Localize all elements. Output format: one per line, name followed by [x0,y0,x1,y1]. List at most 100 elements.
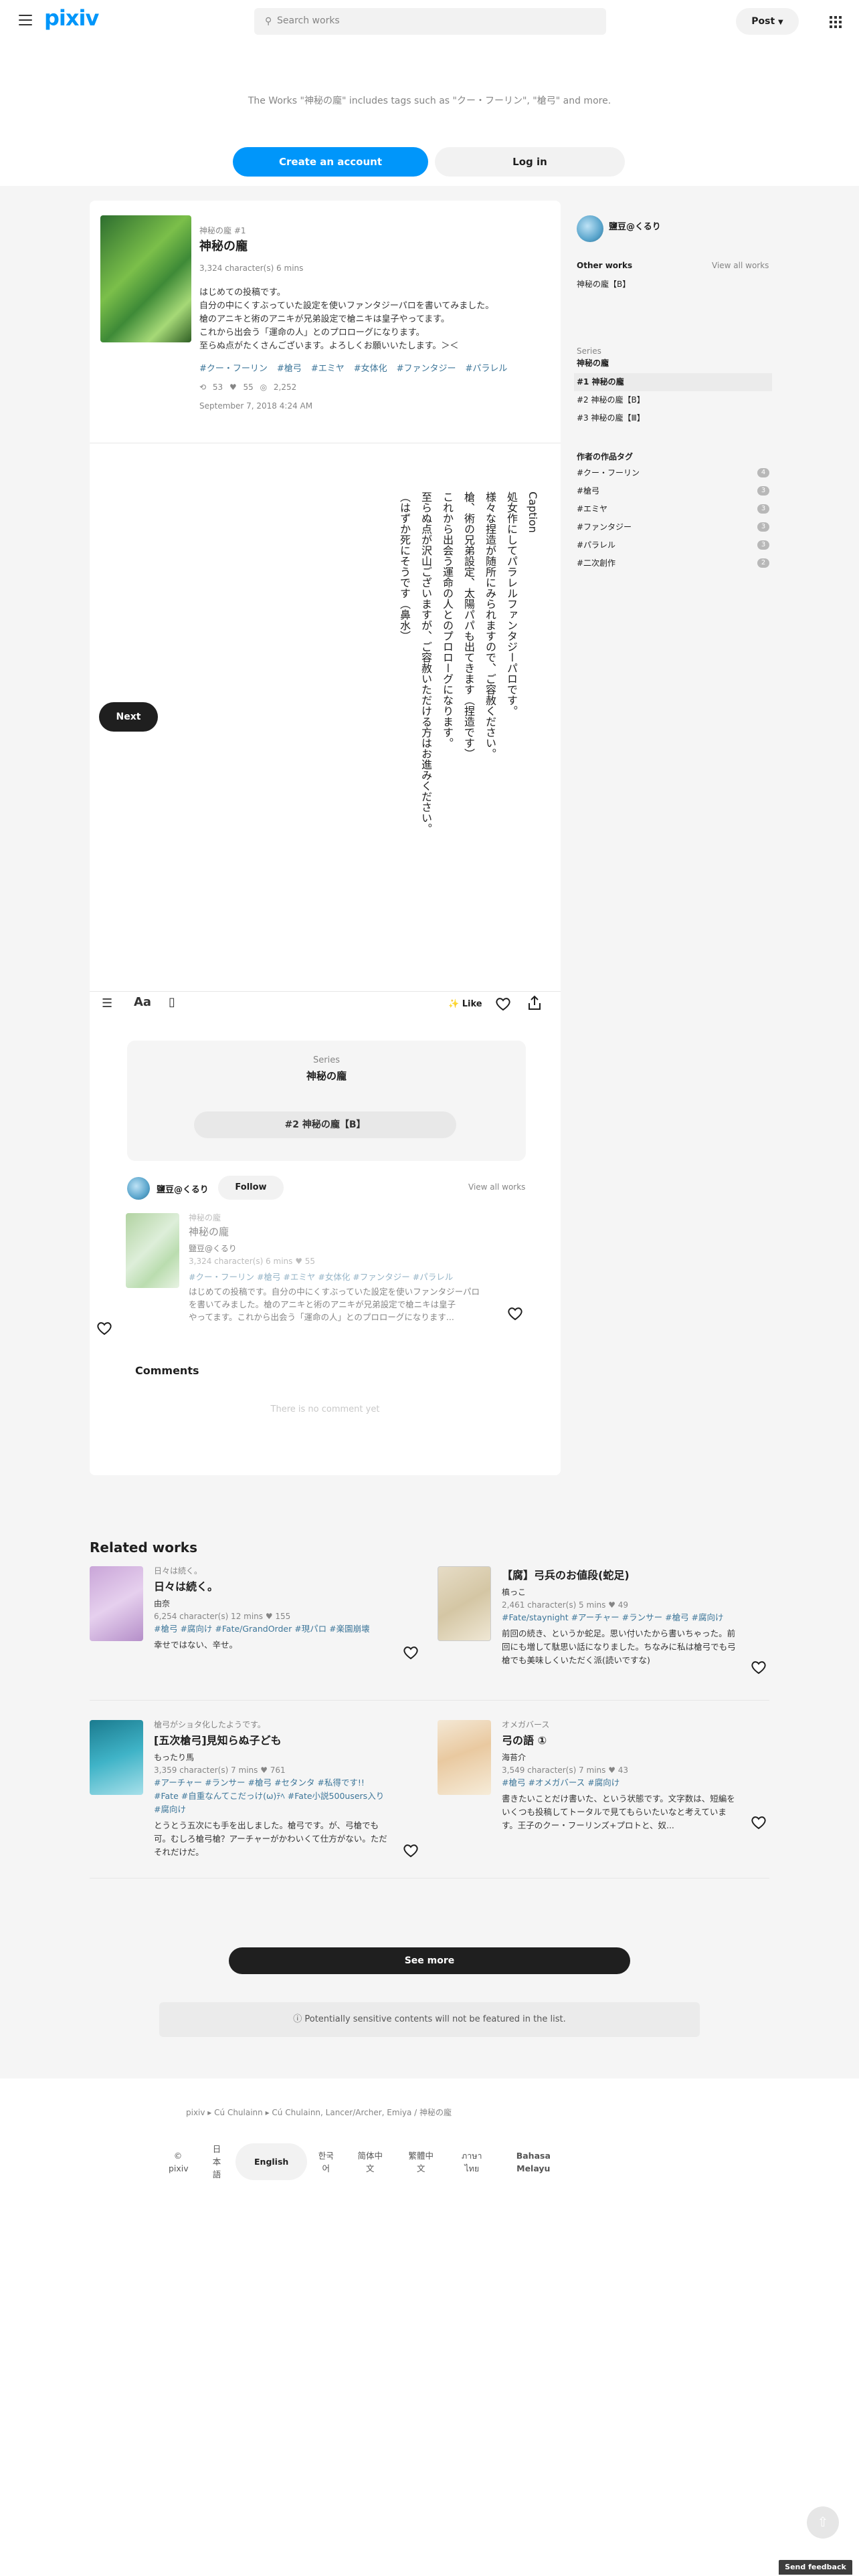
author-tag-item[interactable]: #エミヤ 3 [574,500,769,518]
series-label[interactable]: 神秘の龐 #1 [199,225,246,236]
related-tags: #Fate/staynight #アーチャー #ランサー #槍弓 #腐向け [502,1612,724,1622]
menu-icon[interactable] [19,15,32,25]
author-tags-title: 作者の作品タグ [577,452,634,461]
tag-count-badge: 3 [757,504,769,514]
pixiv-logo[interactable]: pixiv [44,5,99,31]
app-grid-icon[interactable] [830,16,842,28]
author-work-card[interactable]: 神秘の龐 神秘の龐 鹽豆@くるり 3,324 character(s) 6 mi… [189,1212,503,1323]
caption-line: 様々な捏造が随所にみられますので、ご容赦ください。 [484,492,496,759]
other-work-item[interactable]: 神秘の龐【B】 [577,278,630,290]
lang-ko[interactable]: 한국어 [307,2144,345,2180]
author-avatar[interactable] [127,1177,150,1200]
author-tag-item[interactable]: #ファンタジー 3 [574,518,769,536]
related-author: 槙っこ [502,1588,527,1597]
list-icon[interactable]: ☰ [102,996,112,1010]
author-tag-item[interactable]: #槍弓 3 [574,482,769,500]
stat-reactions: ⟲ 53 [199,383,223,392]
font-size-icon[interactable]: Aa [134,995,151,1009]
related-meta: 6,254 character(s) 12 mins ♥ 155 [154,1612,291,1621]
related-series: オメガバース [502,1720,550,1729]
related-work-3[interactable]: 槍弓がショタ化したようです。 [五次槍弓]見知らぬ子ども もったり馬 3,359… [154,1719,391,1859]
author-tag-item[interactable]: #二次創作 2 [574,554,769,572]
heart-icon[interactable] [403,1843,419,1858]
lang-ja[interactable]: 日本語 [198,2137,235,2186]
lang-ms[interactable]: Bahasa Melayu [497,2144,569,2180]
tag-count-badge: 2 [757,558,769,568]
sidebar-series-name[interactable]: 神秘の龐 [577,357,609,368]
series-item-current[interactable]: #1 神秘の龐 [574,373,772,391]
related-thumbnail[interactable] [438,1566,491,1641]
related-series: 槍弓がショタ化したようです。 [154,1720,266,1729]
see-more-button[interactable]: See more [229,1947,630,1974]
chevron-down-icon: ▼ [778,19,783,26]
series-box-label: Series [313,1055,340,1065]
create-account-button[interactable]: Create an account [233,147,428,177]
search-input[interactable]: ⚲ Search works [254,8,606,35]
tag-count-badge: 4 [757,468,769,477]
stat-likes: ♥ 55 [229,383,254,392]
share-icon[interactable] [527,995,542,1011]
related-title: 日々は続く。 [154,1580,219,1593]
post-label: Post [751,16,775,27]
tag-link[interactable]: #クー・フーリン [199,364,268,374]
author-work-title: 神秘の龐 [189,1226,229,1238]
sidebar-series-label: Series [577,346,601,356]
sidebar-author-avatar[interactable] [577,215,603,242]
author-tag-item[interactable]: #クー・フーリン 4 [574,464,769,482]
related-work-1[interactable]: 日々は続く。 日々は続く。 由奈 6,254 character(s) 12 m… [154,1565,391,1652]
heart-icon[interactable] [495,996,511,1011]
work-cover-image[interactable] [100,215,191,342]
login-button[interactable]: Log in [435,147,625,177]
work-date: September 7, 2018 4:24 AM [199,401,313,411]
next-episode-button[interactable]: #2 神秘の龐【B】 [194,1111,456,1138]
related-thumbnail[interactable] [90,1566,143,1641]
related-tags: #アーチャー #ランサー #槍弓 #セタンタ #私得です!! #Fate #自重… [154,1778,385,1814]
heart-icon[interactable] [507,1306,523,1321]
heart-icon[interactable] [403,1645,419,1660]
tag-link[interactable]: #ファンタジー [397,364,456,374]
heart-icon[interactable] [96,1321,112,1335]
bookmark-icon[interactable]: ▯ [169,995,175,1009]
series-box-name[interactable]: 神秘の龐 [127,1069,526,1083]
post-button[interactable]: Post ▼ [736,8,799,35]
author-work-thumbnail[interactable] [126,1213,179,1288]
tag-link[interactable]: #女体化 [354,364,387,374]
lang-en[interactable]: English [235,2143,308,2180]
author-tag-item[interactable]: #パラレル 3 [574,536,769,554]
caption-line: 槍、術の兄弟設定、太陽パパも出てきます（捏造です） [462,492,475,759]
work-title: 神秘の龐 [199,239,248,253]
scroll-to-top-button[interactable]: ⇧ [807,2506,839,2539]
related-work-4[interactable]: オメガバース 弓の語 ① 海苔介 3,549 character(s) 7 mi… [502,1719,739,1832]
like-button[interactable]: ✨ Like [448,999,482,1009]
sensitive-content-notice: ⓘ Potentially sensitive contents will no… [159,2002,700,2037]
tag-link[interactable]: #エミヤ [311,364,345,374]
search-icon: ⚲ [265,16,272,27]
lang-zh-cn[interactable]: 简体中文 [345,2144,395,2180]
caption-vertical-text: Caption 処女作にしてパラレルファンタジーパロです。 様々な捏造が随所にみ… [375,492,542,866]
promo-text: The Works "神秘の龐" includes tags such as "… [248,96,611,106]
heart-icon[interactable] [751,1815,767,1830]
breadcrumb[interactable]: pixiv ▸ Cú Chulainn ▸ Cú Chulainn, Lance… [186,2107,452,2118]
lang-zh-tw[interactable]: 繁體中文 [395,2144,446,2180]
sidebar-view-all-link[interactable]: View all works [712,261,769,270]
view-all-works-link[interactable]: View all works [468,1182,525,1192]
related-thumbnail[interactable] [90,1720,143,1795]
series-item[interactable]: #2 神秘の龐【B】 [574,391,772,409]
follow-button[interactable]: Follow [218,1176,284,1200]
series-item[interactable]: #3 神秘の龐【Ⅲ】 [574,409,772,427]
heart-icon[interactable] [751,1660,767,1675]
related-work-2[interactable]: 【腐】弓兵のお値段(蛇足) 槙っこ 2,461 character(s) 5 m… [502,1565,739,1667]
sidebar-author-name[interactable]: 鹽豆@くるり [609,219,661,232]
related-author: 海苔介 [502,1753,527,1762]
related-thumbnail[interactable] [438,1720,491,1795]
related-title: 弓の語 ① [502,1734,547,1747]
send-feedback-button[interactable]: Send feedback [779,2560,852,2575]
next-page-button[interactable]: Next [99,702,158,732]
lang-th[interactable]: ภาษาไทย [446,2144,497,2180]
author-name[interactable]: 鹽豆@くるり [157,1182,209,1195]
divider [90,1700,769,1701]
desc-line: 至らぬ点がたくさんございます。よろしくお願いいたします。＞＜ [199,340,547,353]
work-tags: #クー・フーリン #槍弓 #エミヤ #女体化 #ファンタジー #パラレル [199,361,554,374]
tag-link[interactable]: #パラレル [466,364,508,374]
tag-link[interactable]: #槍弓 [277,364,302,374]
